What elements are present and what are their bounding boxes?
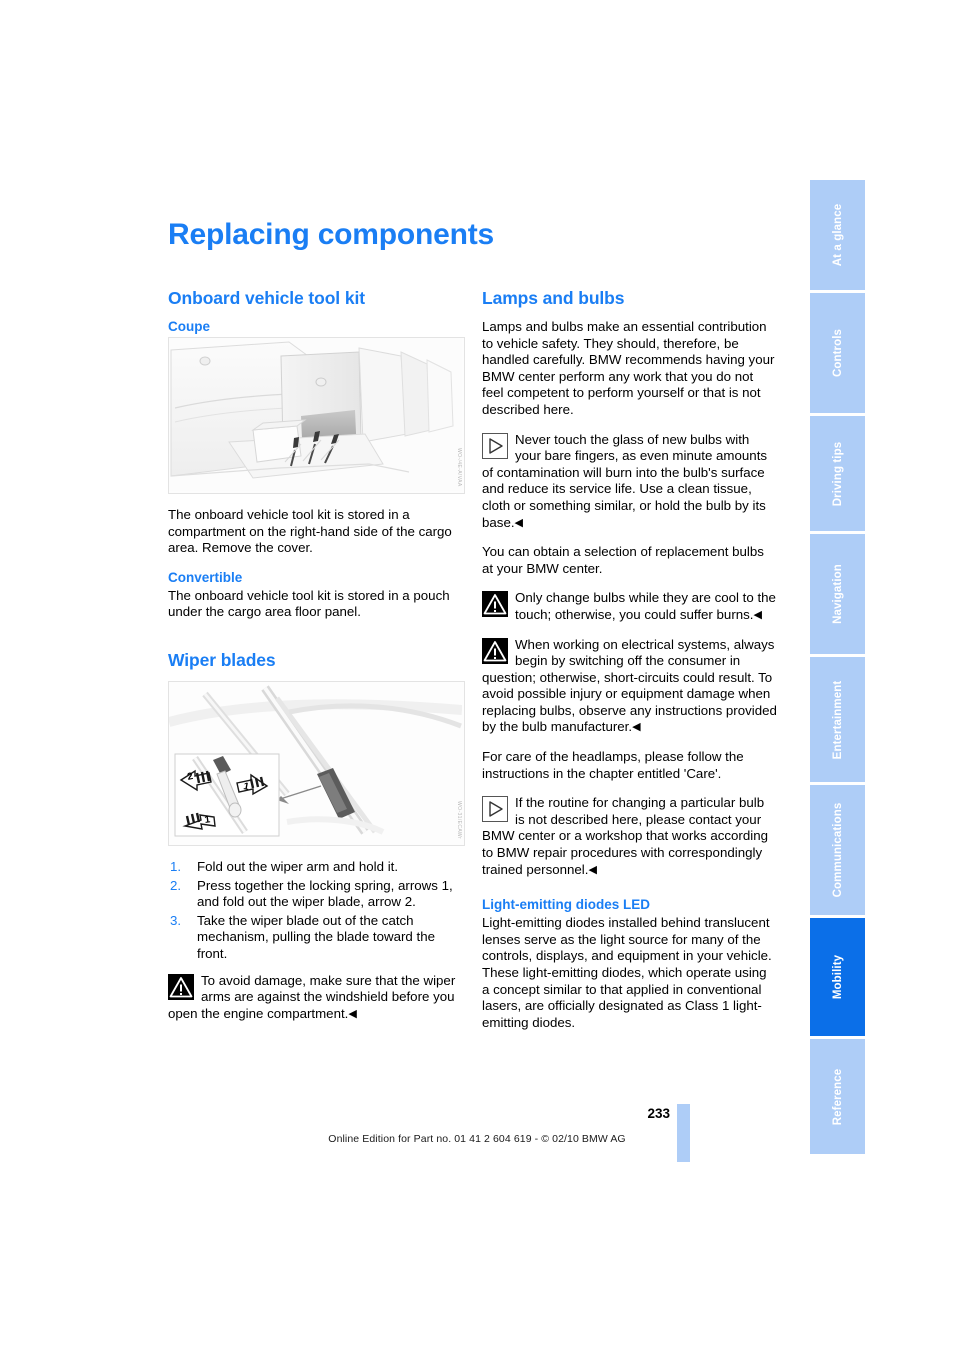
step-number: 1. (170, 858, 182, 874)
tab-label: Communications (831, 802, 844, 898)
tab-navigation[interactable]: Navigation (810, 534, 865, 654)
step-text: Take the wiper blade out of the catch me… (197, 912, 436, 961)
warning-triangle-icon (168, 973, 194, 1000)
tab-mobility[interactable]: Mobility (810, 918, 865, 1036)
paragraph-lamps-intro: Lamps and bulbs make an essential contri… (482, 319, 775, 417)
warning-wiper-arms: To avoid damage, make sure that the wipe… (168, 973, 463, 1023)
warning-bulbs-cool: Only change bulbs while they are cool to… (482, 590, 777, 623)
list-item: 1. Fold out the wiper arm and hold it. (168, 859, 463, 876)
footer-note: Online Edition for Part no. 01 41 2 604 … (328, 1133, 626, 1145)
end-of-warning-mark: ◀ (348, 1007, 357, 1020)
tab-controls[interactable]: Controls (810, 293, 865, 413)
end-of-note-mark: ◀ (588, 863, 597, 876)
paragraph-headlamp-care: For care of the headlamps, please follow… (482, 749, 744, 781)
paragraph-convertible-toolkit: The onboard vehicle tool kit is stored i… (168, 587, 450, 620)
tab-label: Navigation (831, 564, 844, 624)
tab-label: Reference (831, 1068, 844, 1125)
tab-label: At a glance (831, 203, 844, 267)
wiper-steps-list: 1. Fold out the wiper arm and hold it. 2… (168, 859, 463, 963)
end-of-note-mark: ◀ (514, 516, 523, 529)
page-number: 233 (647, 1106, 670, 1121)
step-text: Press together the locking spring, arrow… (197, 877, 453, 910)
end-of-warning-mark: ◀ (753, 608, 762, 621)
tab-label: Driving tips (831, 441, 844, 506)
tab-label: Mobility (831, 954, 844, 1000)
tab-at-a-glance[interactable]: At a glance (810, 180, 865, 290)
warning-text: Only change bulbs while they are cool to… (515, 590, 776, 622)
paragraph-replacement-bulbs: You can obtain a selection of replacemen… (482, 544, 764, 576)
warning-text: When working on electrical systems, alwa… (482, 636, 777, 735)
left-column: Onboard vehicle tool kit Coupe WO-/4E-A!… (168, 288, 465, 1035)
paragraph-coupe-toolkit: The onboard vehicle tool kit is stored i… (168, 507, 452, 556)
tab-entertainment[interactable]: Entertainment (810, 657, 865, 782)
step-number: 2. (170, 877, 182, 893)
subheading-led: Light-emitting diodes LED (482, 897, 650, 913)
figure-code-wiper: WO-31/ECAWr (456, 800, 462, 839)
note-text: Never touch the glass of new bulbs with … (482, 431, 768, 530)
note-triangle-icon (482, 796, 508, 823)
section-heading-toolkit: Onboard vehicle tool kit (168, 288, 365, 308)
end-of-warning-mark: ◀ (632, 721, 641, 734)
paragraph-led: Light-emitting diodes installed behind t… (482, 915, 772, 1030)
warning-electrical-systems: When working on electrical systems, alwa… (482, 637, 777, 737)
step-text: Fold out the wiper arm and hold it. (197, 858, 399, 874)
right-column: Lamps and bulbs Lamps and bulbs make an … (482, 288, 777, 1044)
list-item: 2. Press together the locking spring, ar… (168, 878, 463, 911)
subheading-convertible: Convertible (168, 569, 243, 585)
tab-label: Controls (831, 328, 844, 378)
note-bulb-glass: Never touch the glass of new bulbs with … (482, 432, 777, 532)
manual-page: Replacing components Onboard vehicle too… (0, 0, 954, 1350)
page-title: Replacing components (168, 218, 495, 251)
figure-code-toolkit: WO-/4E-A!VAA (456, 448, 462, 487)
section-heading-wiper-blades: Wiper blades (168, 649, 276, 670)
tab-label: Entertainment (831, 680, 844, 759)
tab-communications[interactable]: Communications (810, 785, 865, 915)
warning-triangle-icon (482, 637, 508, 664)
list-item: 3. Take the wiper blade out of the catch… (168, 913, 463, 963)
subheading-coupe: Coupe (168, 319, 210, 334)
wiper-illustration-graphic: 2 1 1 (169, 681, 463, 843)
note-text: If the routine for changing a particular… (482, 795, 768, 877)
tab-driving-tips[interactable]: Driving tips (810, 416, 865, 531)
section-heading-lamps-and-bulbs: Lamps and bulbs (482, 288, 625, 308)
warning-triangle-icon (482, 591, 508, 618)
chapter-tab-strip: At a glance Controls Driving tips Naviga… (810, 180, 865, 1157)
note-triangle-icon (482, 432, 508, 459)
step-number: 3. (170, 912, 182, 928)
figure-toolkit-compartment: WO-/4E-A!VAA (168, 337, 465, 494)
toolkit-illustration-graphic (169, 338, 462, 491)
note-bulb-routine: If the routine for changing a particular… (482, 795, 777, 878)
figure-wiper-blade: 2 1 1 WO-31/ECAWr (168, 680, 465, 846)
warning-text: To avoid damage, make sure that the wipe… (168, 972, 456, 1021)
